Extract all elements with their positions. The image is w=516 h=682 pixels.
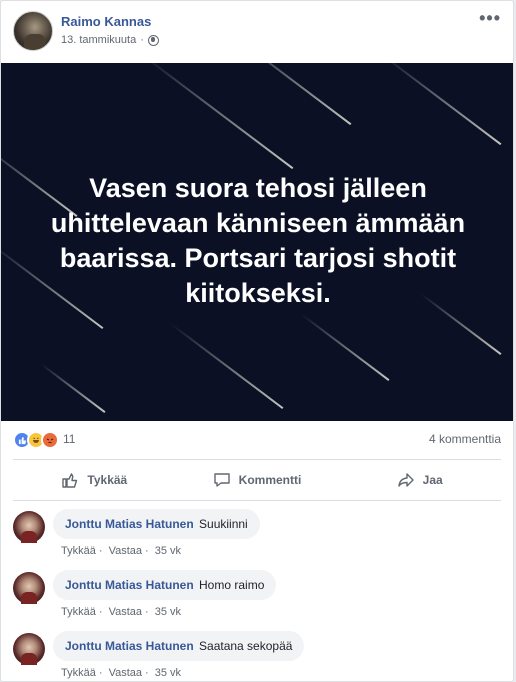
meteor-streak — [230, 63, 352, 126]
author-name[interactable]: Raimo Kannas — [61, 14, 151, 29]
more-dots-icon[interactable]: ••• — [479, 9, 501, 27]
reactions-bar: 11 4 kommenttia — [13, 431, 501, 449]
comment-button[interactable]: Kommentti — [176, 463, 339, 497]
reaction-count[interactable]: 11 — [63, 432, 75, 446]
angry-reaction-icon[interactable] — [41, 431, 59, 449]
post-card: Raimo Kannas 13. tammikuuta · ••• Vasen … — [0, 0, 514, 682]
comment-actions: Tykkää · Vastaa · 35 vk — [61, 667, 182, 679]
comment-time[interactable]: 35 vk — [155, 667, 181, 679]
comment-like-link[interactable]: Tykkää — [61, 667, 96, 679]
comment-actions: Tykkää · Vastaa · 35 vk — [61, 545, 182, 557]
like-label: Tykkää — [87, 473, 128, 487]
comment-text: Homo raimo — [199, 578, 265, 592]
divider — [13, 500, 501, 501]
comment-like-link[interactable]: Tykkää — [61, 545, 96, 557]
post-header: Raimo Kannas 13. tammikuuta · ••• — [13, 9, 501, 53]
comment-reply-link[interactable]: Vastaa — [109, 545, 142, 557]
meteor-streak — [140, 63, 294, 170]
image-text: Vasen suora tehosi jälleen uhittelevaan … — [50, 173, 466, 308]
like-button[interactable]: Tykkää — [13, 463, 176, 497]
comment-reply-link[interactable]: Vastaa — [109, 606, 142, 618]
share-arrow-icon — [397, 472, 415, 488]
commenter-avatar[interactable] — [13, 511, 45, 543]
author-avatar[interactable] — [13, 11, 53, 51]
action-bar: Tykkää Kommentti Jaa — [13, 463, 501, 497]
meteor-streak — [40, 363, 106, 413]
comment-actions: Tykkää · Vastaa · 35 vk — [61, 606, 182, 618]
comment-item: Jonttu Matias Hatunen Homo raimo Tykkää ·… — [13, 568, 501, 629]
post-meta: 13. tammikuuta · — [61, 34, 159, 46]
comment-bubble: Jonttu Matias Hatunen Suukiinni — [53, 509, 260, 539]
comment-item: Jonttu Matias Hatunen Saatana sekopää Ty… — [13, 629, 501, 681]
comment-text: Saatana sekopää — [199, 639, 293, 653]
post-date[interactable]: 13. tammikuuta — [61, 34, 136, 46]
meteor-streak — [380, 63, 502, 146]
share-label: Jaa — [422, 473, 443, 487]
comment-label: Kommentti — [238, 473, 302, 487]
comment-bubble: Jonttu Matias Hatunen Saatana sekopää — [53, 631, 305, 661]
comments-list: Jonttu Matias Hatunen Suukiinni Tykkää · … — [13, 507, 501, 681]
meteor-streak — [170, 323, 284, 410]
comment-time[interactable]: 35 vk — [155, 545, 181, 557]
commenter-name[interactable]: Jonttu Matias Hatunen — [65, 578, 194, 592]
date-separator: · — [140, 34, 144, 46]
comment-text: Suukiinni — [199, 517, 248, 531]
globe-icon[interactable] — [147, 34, 159, 46]
share-button[interactable]: Jaa — [338, 463, 501, 497]
comment-count[interactable]: 4 kommenttia — [429, 432, 501, 446]
meteor-streak — [300, 313, 390, 381]
commenter-avatar[interactable] — [13, 633, 45, 665]
comment-reply-link[interactable]: Vastaa — [109, 667, 142, 679]
commenter-avatar[interactable] — [13, 572, 45, 604]
commenter-name[interactable]: Jonttu Matias Hatunen — [65, 517, 194, 531]
comment-item: Jonttu Matias Hatunen Suukiinni Tykkää · … — [13, 507, 501, 568]
comment-time[interactable]: 35 vk — [155, 606, 181, 618]
comment-bubble: Jonttu Matias Hatunen Homo raimo — [53, 570, 277, 600]
commenter-name[interactable]: Jonttu Matias Hatunen — [65, 639, 194, 653]
thumbs-up-icon — [61, 472, 79, 488]
post-image[interactable]: Vasen suora tehosi jälleen uhittelevaan … — [1, 63, 513, 421]
comment-like-link[interactable]: Tykkää — [61, 606, 96, 618]
divider — [13, 459, 501, 460]
comment-bubble-icon — [213, 472, 231, 488]
